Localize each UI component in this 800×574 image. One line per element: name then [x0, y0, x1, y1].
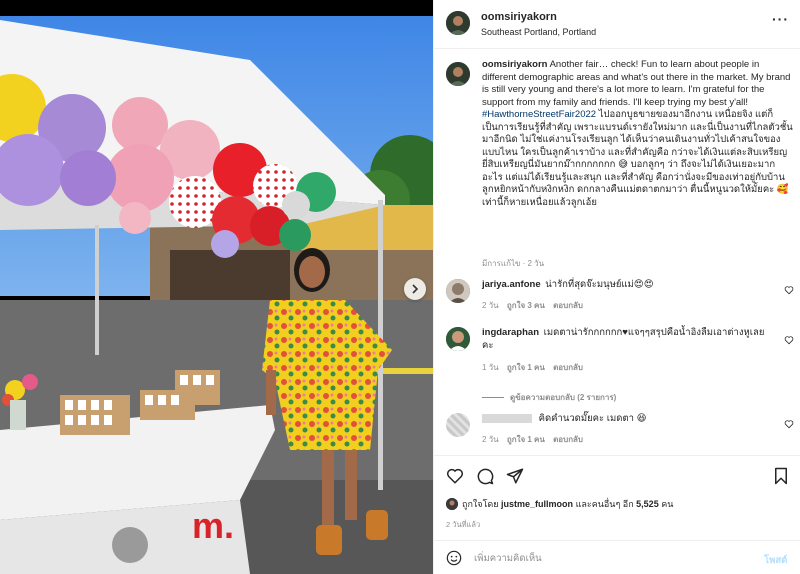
bookmark-icon[interactable] — [772, 467, 790, 485]
add-comment-bar: โพสต์ — [434, 540, 800, 574]
commenter-avatar[interactable] — [446, 413, 470, 437]
comment-text: คิดคำนวดมั๊ยคะ เมดตา 😆 — [538, 413, 647, 424]
commenter-avatar[interactable] — [446, 327, 470, 351]
likes-count[interactable]: 5,525 — [636, 499, 659, 509]
share-icon[interactable] — [506, 467, 524, 485]
post-comment-button[interactable]: โพสต์ — [764, 553, 787, 568]
comment-meta: 2 วัน ถูกใจ 3 คน ตอบกลับ — [482, 299, 589, 312]
more-options-button[interactable]: ··· — [772, 11, 789, 27]
svg-text:m.: m. — [192, 505, 234, 546]
comment-meta: 2 วัน ถูกใจ 1 คน ตอบกลับ — [482, 433, 589, 446]
post-header: oomsiriyakorn Southeast Portland, Portla… — [434, 0, 800, 49]
comment-likes[interactable]: ถูกใจ 1 คน — [507, 363, 545, 372]
author-username[interactable]: oomsiriyakorn — [481, 11, 557, 23]
comment-username[interactable]: ingdaraphan — [482, 327, 539, 338]
likes-middle: และคนอื่นๆ อีก — [575, 499, 634, 509]
comment-heart-icon[interactable] — [784, 285, 794, 295]
next-photo-button[interactable] — [404, 278, 426, 300]
comments-section[interactable]: oomsiriyakorn Another fair… check! Fun t… — [434, 50, 800, 454]
blurred-username — [482, 413, 532, 423]
commenter-avatar[interactable] — [446, 279, 470, 303]
caption-avatar[interactable] — [446, 62, 470, 86]
post-timestamp[interactable]: 2 วันที่แล้ว — [446, 519, 480, 531]
comment-heart-icon[interactable] — [784, 419, 794, 429]
caption-body-thai: ไปออกบูธขายของมาอีกงาน เหนื่อยจิง แต่ก็เ… — [482, 109, 793, 208]
comment-likes[interactable]: ถูกใจ 3 คน — [507, 301, 545, 310]
view-replies-button[interactable]: ดูข้อความตอบกลับ (2 รายการ) — [482, 391, 616, 404]
comment-body: ingdaraphan เมดตาน่ารักกกกกก♥แจๆๆสรุปคือ… — [482, 327, 772, 352]
comment-heart-icon[interactable] — [784, 335, 794, 345]
reply-button[interactable]: ตอบกลับ — [553, 301, 583, 310]
comment-meta: 1 วัน ถูกใจ 1 คน ตอบกลับ — [482, 361, 589, 374]
post-panel: oomsiriyakorn Southeast Portland, Portla… — [433, 0, 800, 574]
caption-meta: มีการแก้ไข · 2 วัน — [482, 259, 545, 268]
comment-body: คิดคำนวดมั๊ยคะ เมดตา 😆 — [482, 413, 772, 426]
post-photo: m. — [0, 0, 433, 574]
comment-likes[interactable]: ถูกใจ 1 คน — [507, 435, 545, 444]
likes-prefix: ถูกใจโดย — [462, 499, 499, 509]
likes-suffix: คน — [661, 499, 674, 509]
liker-username[interactable]: justme_fullmoon — [501, 499, 573, 509]
chevron-right-icon — [412, 284, 419, 294]
reply-button[interactable]: ตอบกลับ — [553, 435, 583, 444]
caption-text: oomsiriyakorn Another fair… check! Fun t… — [482, 59, 794, 209]
caption-username[interactable]: oomsiriyakorn — [482, 59, 547, 70]
heart-icon[interactable] — [446, 467, 464, 485]
caption-hashtag[interactable]: #HawthorneStreetFair2022 — [482, 109, 596, 120]
comment-icon[interactable] — [476, 467, 494, 485]
comment-input[interactable] — [474, 548, 744, 568]
post-location[interactable]: Southeast Portland, Portland — [481, 27, 596, 37]
likes-summary: ถูกใจโดย justme_fullmoon และคนอื่นๆ อีก … — [446, 497, 673, 511]
author-avatar[interactable] — [446, 11, 470, 35]
comment-text: น่ารักที่สุดจ๊ะมนุษย์แม่😍😍 — [545, 279, 654, 290]
comment-time: 2 วัน — [482, 301, 499, 310]
view-replies-label: ดูข้อความตอบกลับ (2 รายการ) — [510, 393, 617, 402]
comment-time: 1 วัน — [482, 363, 499, 372]
liker-avatar[interactable] — [446, 498, 458, 510]
photo-illustration: m. — [0, 0, 433, 574]
replies-divider — [482, 397, 504, 398]
comment-body: jariya.anfone น่ารักที่สุดจ๊ะมนุษย์แม่😍😍 — [482, 279, 772, 292]
emoji-icon[interactable] — [446, 550, 462, 566]
reply-button[interactable]: ตอบกลับ — [553, 363, 583, 372]
action-bar — [434, 455, 800, 495]
comment-time: 2 วัน — [482, 435, 499, 444]
comment-username[interactable]: jariya.anfone — [482, 279, 541, 290]
